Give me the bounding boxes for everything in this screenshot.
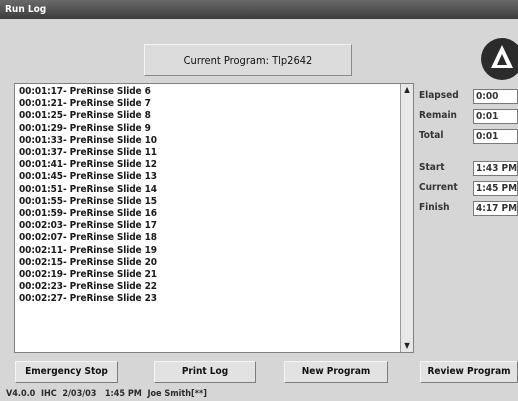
status-user: Joe Smith[**] <box>147 389 207 399</box>
run-log-list[interactable]: 00:01:17- PreRinse Slide 6 00:01:21- Pre… <box>14 83 414 353</box>
stat-elapsed-label: Elapsed <box>419 90 459 101</box>
stat-current-label: Current <box>419 182 458 193</box>
stat-remain-label: Remain <box>419 110 457 121</box>
stat-remain-value: 0:01 <box>473 109 518 124</box>
log-entry: 00:01:17- PreRinse Slide 6 <box>19 86 151 97</box>
log-lines: 00:01:17- PreRinse Slide 6 00:01:21- Pre… <box>19 86 157 306</box>
log-entry: 00:02:27- PreRinse Slide 23 <box>19 293 157 305</box>
stat-total-value: 0:01 <box>473 129 518 144</box>
log-entry: 00:02:19- PreRinse Slide 21 <box>19 269 157 281</box>
log-entry: 00:02:23- PreRinse Slide 22 <box>19 281 157 293</box>
log-entry: 00:01:59- PreRinse Slide 16 <box>19 208 157 220</box>
log-entry: 00:01:37- PreRinse Slide 11 <box>19 147 157 159</box>
log-entry: 00:01:25- PreRinse Slide 8 <box>19 110 151 122</box>
log-entry: 00:01:51- PreRinse Slide 14 <box>19 183 157 195</box>
scroll-down-arrow-icon[interactable]: ▼ <box>401 340 413 352</box>
stat-start-label: Start <box>419 162 445 173</box>
status-mode: IHC <box>40 389 57 399</box>
stat-total-label: Total <box>419 130 444 141</box>
print-log-button[interactable]: Print Log <box>154 361 256 383</box>
log-entry: 00:01:45- PreRinse Slide 13 <box>19 171 157 183</box>
log-entry: 00:01:55- PreRinse Slide 15 <box>19 195 157 207</box>
status-date: 2/03/03 <box>62 389 97 399</box>
log-entry: 00:02:15- PreRinse Slide 20 <box>19 256 157 268</box>
logo-icon <box>478 36 518 82</box>
stat-elapsed-value: 0:00 <box>473 89 518 104</box>
window-title-bar: Run Log <box>0 0 518 19</box>
stat-finish-label: Finish <box>419 202 450 213</box>
log-entry: 00:01:29- PreRinse Slide 9 <box>19 122 151 134</box>
status-bar: V4.0.0 IHC 2/03/03 1:45 PM Joe Smith[**] <box>6 389 207 399</box>
log-entry: 00:02:03- PreRinse Slide 17 <box>19 220 157 232</box>
log-entry: 00:01:41- PreRinse Slide 12 <box>19 159 157 171</box>
status-time: 1:45 PM <box>104 389 142 399</box>
log-entry: 00:02:11- PreRinse Slide 19 <box>19 244 157 256</box>
emergency-stop-button[interactable]: Emergency Stop <box>15 361 118 383</box>
log-entry: 00:02:07- PreRinse Slide 18 <box>19 232 157 244</box>
scroll-up-arrow-icon[interactable]: ▲ <box>401 84 413 96</box>
stat-finish-value: 4:17 PM <box>473 201 518 216</box>
review-program-button[interactable]: Review Program <box>420 361 518 383</box>
stat-start-value: 1:43 PM <box>473 161 518 176</box>
log-scrollbar[interactable]: ▲ ▼ <box>400 84 413 352</box>
status-version: V4.0.0 <box>6 389 36 399</box>
new-program-button[interactable]: New Program <box>284 361 388 383</box>
window-title: Run Log <box>5 4 47 15</box>
current-program-label: Current Program: Tlp2642 <box>144 44 352 76</box>
stat-current-value: 1:45 PM <box>473 181 518 196</box>
log-entry: 00:01:33- PreRinse Slide 10 <box>19 134 157 146</box>
log-entry: 00:01:21- PreRinse Slide 7 <box>19 98 151 110</box>
